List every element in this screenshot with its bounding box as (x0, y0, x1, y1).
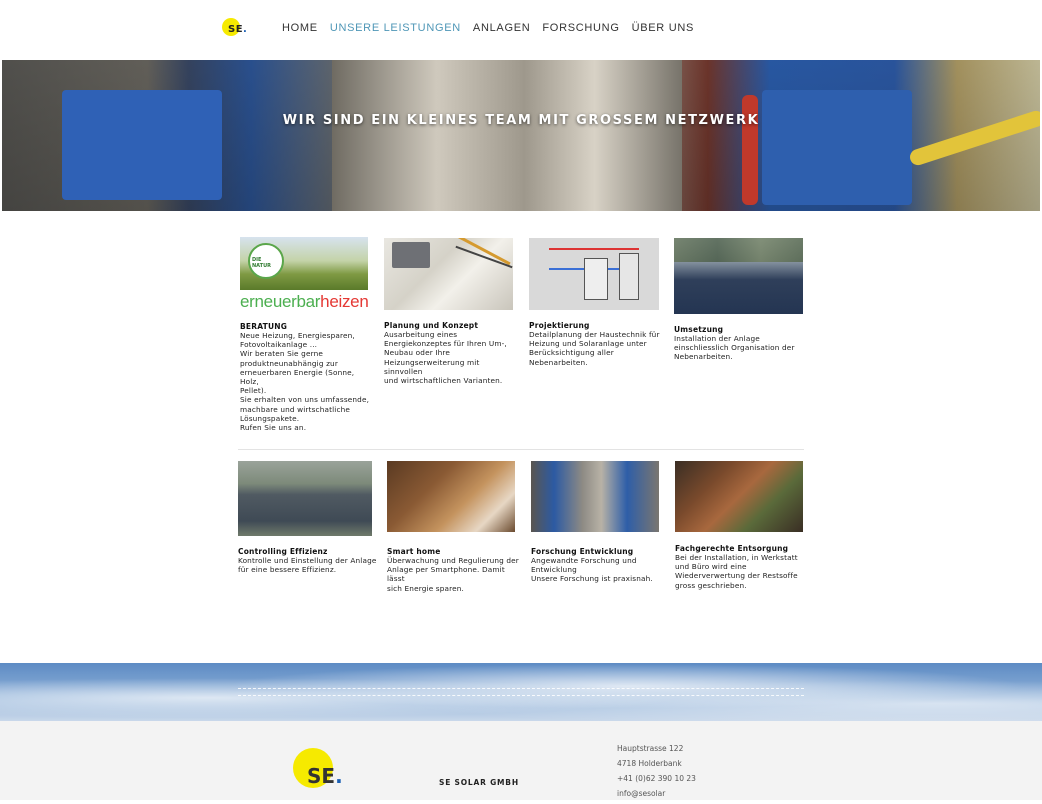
service-image-pipes (675, 461, 803, 532)
service-description: Bei der Installation, in Werkstatt und B… (675, 553, 798, 590)
service-card-forschung: Forschung Entwicklung Angewandte Forschu… (531, 461, 666, 584)
service-image-roof (238, 461, 372, 536)
company-name: SE SOLAR GMBH (439, 778, 519, 787)
service-description: Installation der Anlage einschliesslich … (674, 334, 795, 362)
service-title: Smart home (387, 547, 441, 556)
nav-ueber-uns[interactable]: ÜBER UNS (632, 22, 694, 34)
service-image-plans (384, 238, 513, 310)
hero-machine-ring (742, 95, 758, 205)
service-description: Neue Heizung, Energiesparen, Fotovoltaik… (240, 331, 370, 433)
pencil-icon (447, 238, 511, 266)
band-divider (238, 688, 804, 696)
service-image-smart-home (387, 461, 515, 532)
address-city: 4718 Holderbank (617, 759, 682, 768)
logo-text: SE. (228, 24, 248, 35)
email-link[interactable]: info@sesolar (617, 789, 696, 804)
service-image-erneuerbarheizen: DIE NATUR (240, 237, 368, 290)
nav-forschung[interactable]: FORSCHUNG (542, 22, 619, 34)
service-card-entsorgung: Fachgerechte Entsorgung Bei der Installa… (675, 461, 810, 590)
logo-text: SE. (307, 764, 343, 788)
main-nav: HOME UNSERE LEISTUNGEN ANLAGEN FORSCHUNG… (282, 22, 694, 34)
service-card-umsetzung: Umsetzung Installation der Anlage einsch… (674, 238, 809, 362)
service-image-diagram (529, 238, 659, 310)
calculator-icon (392, 242, 430, 268)
service-title: Projektierung (529, 321, 590, 330)
sky-band (0, 663, 1042, 721)
trees (674, 238, 803, 262)
phone-link[interactable]: +41 (0)62 390 10 23 (617, 774, 696, 789)
hero-machine-left (62, 90, 222, 200)
service-title: Controlling Effizienz (238, 547, 328, 556)
footer-logo[interactable]: SE. (293, 748, 353, 793)
service-card-smart-home: Smart home Überwachung und Regulierung d… (387, 461, 522, 593)
site-footer: SE. SE SOLAR GMBH Hauptstrasse 122 4718 … (0, 721, 1042, 800)
service-description: Ausarbeitung eines Energiekonzeptes für … (384, 330, 507, 386)
site-header: SE. HOME UNSERE LEISTUNGEN ANLAGEN FORSC… (0, 0, 1042, 60)
footer-address: Hauptstrasse 122 4718 Holderbank +41 (0)… (617, 744, 696, 804)
hero-title: WIR SIND EIN KLEINES TEAM MIT GROSSEM NE… (282, 113, 760, 128)
nav-anlagen[interactable]: ANLAGEN (473, 22, 530, 34)
service-title: Umsetzung (674, 325, 724, 334)
hero-machine-image (332, 60, 682, 211)
hero-machine-right (762, 90, 912, 205)
site-logo[interactable]: SE. (222, 18, 250, 42)
service-title: Planung und Konzept (384, 321, 479, 330)
service-image-lab (531, 461, 659, 532)
address-street: Hauptstrasse 122 (617, 744, 684, 753)
nav-home[interactable]: HOME (282, 22, 318, 34)
die-natur-badge: DIE NATUR (248, 243, 284, 279)
diagram-boiler (619, 253, 639, 300)
service-description: Angewandte Forschung und Entwicklung Uns… (531, 556, 653, 584)
nav-unsere-leistungen[interactable]: UNSERE LEISTUNGEN (330, 22, 461, 34)
diagram-line-red (549, 248, 639, 250)
section-divider (238, 449, 804, 450)
service-description: Kontrolle und Einstellung der Anlage für… (238, 556, 377, 575)
service-card-controlling: Controlling Effizienz Kontrolle und Eins… (238, 461, 378, 574)
service-card-beratung: DIE NATUR erneuerbarheizen BERATUNG Neue… (240, 237, 375, 432)
hero-banner: WIR SIND EIN KLEINES TEAM MIT GROSSEM NE… (2, 60, 1040, 211)
service-image-solar-field (674, 238, 803, 314)
erneuerbarheizen-logo: erneuerbarheizen (240, 292, 369, 311)
service-title: Forschung Entwicklung (531, 547, 634, 556)
service-title: BERATUNG (240, 322, 288, 331)
service-title: Fachgerechte Entsorgung (675, 544, 789, 553)
service-card-planung: Planung und Konzept Ausarbeitung eines E… (384, 238, 519, 385)
diagram-tank (584, 258, 608, 300)
service-description: Detailplanung der Haustechnik für Heizun… (529, 330, 660, 367)
service-description: Überwachung und Regulierung der Anlage p… (387, 556, 519, 593)
service-card-projektierung: Projektierung Detailplanung der Haustech… (529, 238, 664, 367)
